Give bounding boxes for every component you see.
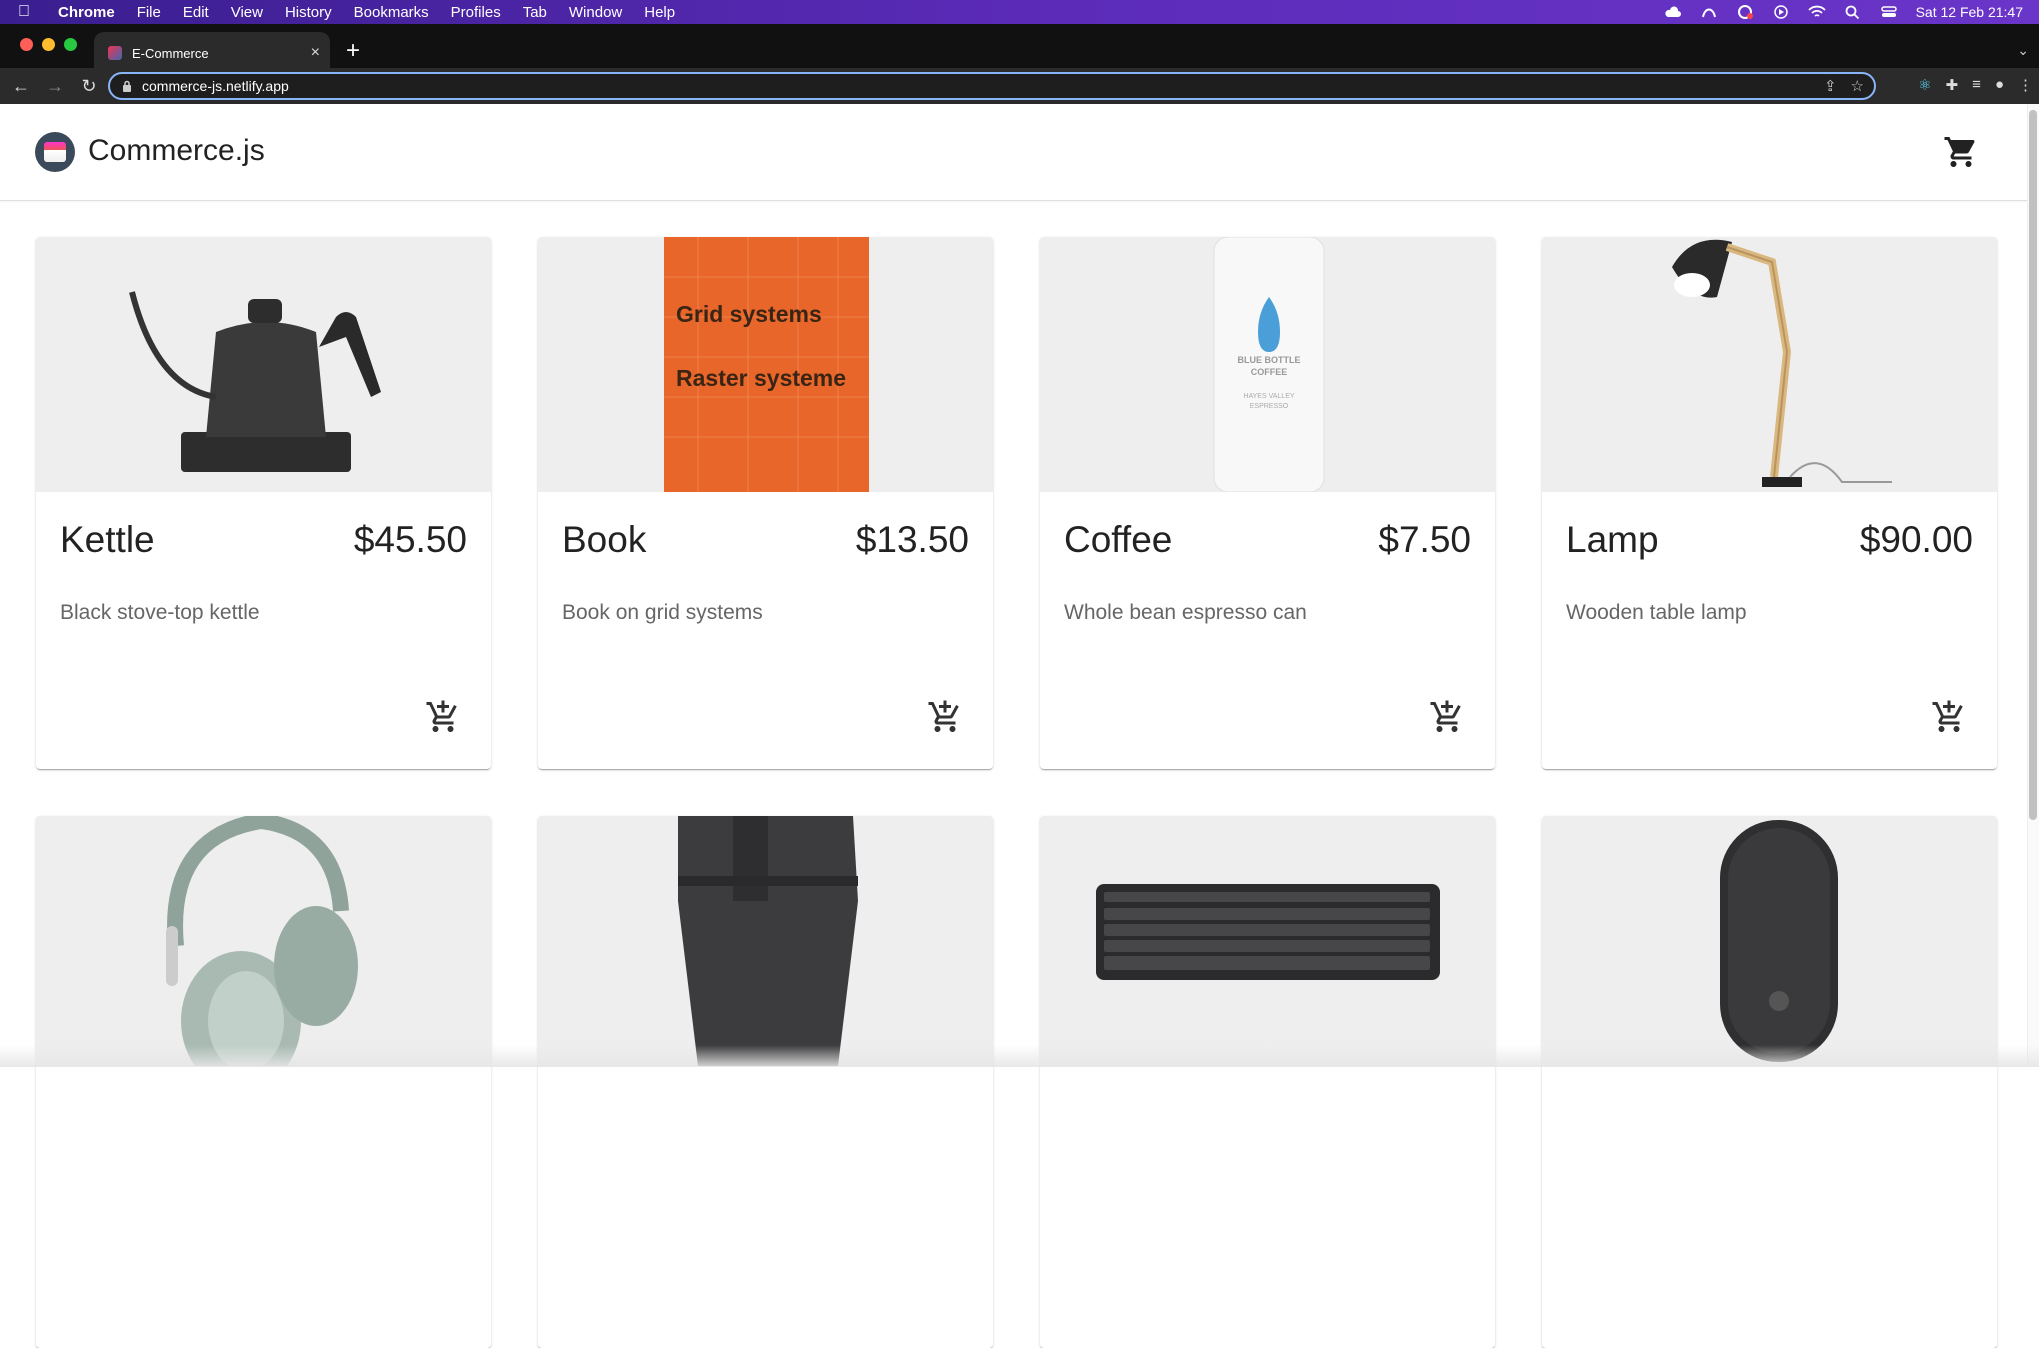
tab-search-chevron-icon[interactable]: ⌄ bbox=[2017, 42, 2029, 59]
arc-icon[interactable] bbox=[1700, 5, 1718, 19]
product-name[interactable]: Coffee bbox=[1064, 519, 1172, 561]
menu-help[interactable]: Help bbox=[644, 4, 675, 21]
control-center-icon[interactable] bbox=[1880, 5, 1898, 19]
address-bar[interactable]: commerce-js.netlify.app ⇪ ☆ bbox=[108, 72, 1876, 100]
brand-title[interactable]: Commerce.js bbox=[88, 134, 265, 168]
product-image bbox=[1040, 816, 1495, 1066]
reading-list-icon[interactable]: ≡ bbox=[1972, 76, 1981, 94]
url-text[interactable]: commerce-js.netlify.app bbox=[142, 78, 289, 94]
can-label-blend: HAYES VALLEY bbox=[1243, 393, 1295, 400]
product-image bbox=[36, 237, 491, 492]
menu-file[interactable]: File bbox=[137, 4, 161, 21]
product-name[interactable]: Book bbox=[562, 519, 646, 561]
can-label-brand-2: COFFEE bbox=[1250, 367, 1288, 377]
book-cover-subtitle: Raster systeme bbox=[676, 365, 847, 391]
lock-icon[interactable] bbox=[122, 80, 132, 92]
product-card-mouse bbox=[1542, 816, 1997, 1348]
product-image bbox=[538, 816, 993, 1066]
product-grid: Kettle $45.50 Black stove-top kettle Gri… bbox=[36, 237, 1999, 1348]
minimize-window-button[interactable] bbox=[42, 38, 55, 51]
product-image bbox=[1542, 816, 1997, 1066]
browser-tab-strip: E-Commerce × + ⌄ bbox=[0, 24, 2039, 74]
share-icon[interactable]: ⇪ bbox=[1824, 77, 1837, 95]
add-to-cart-icon[interactable] bbox=[1429, 699, 1465, 735]
keyboard-image-icon bbox=[1040, 816, 1495, 1066]
book-cover-title: Grid systems bbox=[676, 301, 822, 327]
close-window-button[interactable] bbox=[20, 38, 33, 51]
play-icon[interactable] bbox=[1772, 5, 1790, 19]
menubar-clock[interactable]: Sat 12 Feb 21:47 bbox=[1916, 4, 2023, 20]
product-price: $13.50 bbox=[855, 519, 969, 560]
kettle-image-icon bbox=[36, 237, 491, 492]
reload-button[interactable]: ↻ bbox=[76, 76, 102, 97]
product-card-lamp: Lamp $90.00 Wooden table lamp bbox=[1542, 237, 1997, 769]
product-name[interactable]: Kettle bbox=[60, 519, 155, 561]
profile-avatar-icon[interactable]: ● bbox=[1995, 76, 2004, 94]
product-description: Book on grid systems bbox=[562, 601, 763, 624]
chrome-menu-icon[interactable]: ⋮ bbox=[2018, 76, 2033, 94]
tab-favicon-icon bbox=[108, 46, 122, 60]
shopping-cart-icon[interactable] bbox=[1943, 134, 1979, 170]
product-name[interactable]: Lamp bbox=[1566, 519, 1659, 561]
creative-cloud-icon[interactable] bbox=[1736, 5, 1754, 19]
product-image: BLUE BOTTLE COFFEE HAYES VALLEY ESPRESSO bbox=[1040, 237, 1495, 492]
product-image bbox=[36, 816, 491, 1066]
menu-bookmarks[interactable]: Bookmarks bbox=[354, 4, 429, 21]
page-scrollbar-thumb[interactable] bbox=[2029, 110, 2037, 820]
mouse-image-icon bbox=[1542, 816, 1997, 1066]
menu-profiles[interactable]: Profiles bbox=[451, 4, 501, 21]
store-logo-icon[interactable] bbox=[35, 132, 75, 172]
back-button[interactable]: ← bbox=[8, 76, 34, 97]
product-description: Whole bean espresso can bbox=[1064, 601, 1307, 624]
extensions-puzzle-icon[interactable]: ✚ bbox=[1946, 76, 1959, 94]
product-description: Wooden table lamp bbox=[1566, 601, 1747, 624]
macos-menubar:  Chrome File Edit View History Bookmark… bbox=[0, 0, 2039, 24]
backpack-image-icon bbox=[538, 816, 993, 1066]
new-tab-button[interactable]: + bbox=[346, 39, 360, 63]
zoom-window-button[interactable] bbox=[64, 38, 77, 51]
app-header: Commerce.js bbox=[0, 104, 2039, 201]
product-card-coffee: BLUE BOTTLE COFFEE HAYES VALLEY ESPRESSO… bbox=[1040, 237, 1495, 769]
menu-window[interactable]: Window bbox=[569, 4, 622, 21]
product-card-keyboard bbox=[1040, 816, 1495, 1348]
can-label-brand: BLUE BOTTLE bbox=[1237, 355, 1301, 365]
react-devtools-icon[interactable]: ⚛ bbox=[1918, 76, 1931, 94]
can-label-blend-2: ESPRESSO bbox=[1249, 403, 1289, 410]
browser-toolbar: ← → ↻ commerce-js.netlify.app ⇪ ☆ ⚛ ✚ ≡ … bbox=[0, 68, 2039, 104]
bookmark-star-icon[interactable]: ☆ bbox=[1851, 77, 1864, 95]
menu-edit[interactable]: Edit bbox=[183, 4, 209, 21]
menu-history[interactable]: History bbox=[285, 4, 332, 21]
product-card-kettle: Kettle $45.50 Black stove-top kettle bbox=[36, 237, 491, 769]
product-image: Grid systems Raster systeme bbox=[538, 237, 993, 492]
product-price: $7.50 bbox=[1378, 519, 1471, 560]
add-to-cart-icon[interactable] bbox=[927, 699, 963, 735]
window-controls bbox=[20, 38, 77, 51]
product-card-backpack bbox=[538, 816, 993, 1348]
forward-button[interactable]: → bbox=[42, 76, 68, 97]
menu-view[interactable]: View bbox=[231, 4, 263, 21]
add-to-cart-icon[interactable] bbox=[425, 699, 461, 735]
menu-tab[interactable]: Tab bbox=[523, 4, 547, 21]
wifi-icon[interactable] bbox=[1807, 5, 1826, 19]
product-price: $45.50 bbox=[353, 519, 467, 560]
tab-title: E-Commerce bbox=[132, 45, 209, 61]
cloud-icon[interactable] bbox=[1664, 5, 1682, 19]
page-bottom-fade bbox=[0, 1045, 2039, 1067]
lamp-image-icon bbox=[1542, 237, 1997, 492]
product-price: $90.00 bbox=[1859, 519, 1973, 560]
headphones-image-icon bbox=[36, 816, 491, 1066]
product-description: Black stove-top kettle bbox=[60, 601, 260, 624]
add-to-cart-icon[interactable] bbox=[1931, 699, 1967, 735]
product-card-book: Grid systems Raster systeme Book $13.50 … bbox=[538, 237, 993, 769]
menu-app-name[interactable]: Chrome bbox=[58, 4, 115, 21]
product-image bbox=[1542, 237, 1997, 492]
product-card-headphones bbox=[36, 816, 491, 1348]
apple-icon[interactable]:  bbox=[18, 3, 36, 21]
tab-close-icon[interactable]: × bbox=[311, 44, 320, 62]
spotlight-search-icon[interactable] bbox=[1844, 5, 1862, 19]
